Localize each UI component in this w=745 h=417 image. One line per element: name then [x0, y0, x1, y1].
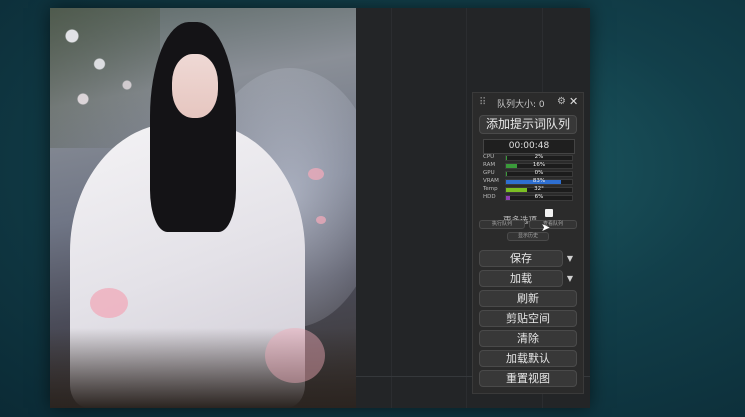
- panel-header[interactable]: ⠿ 队列大小: 0 ⚙ ✕: [473, 93, 583, 113]
- load-button[interactable]: 加载: [479, 270, 563, 287]
- monitor-label: GPU: [483, 170, 495, 176]
- monitor-row-vram: VRAM 83%: [483, 178, 575, 186]
- monitor-value: 0%: [534, 170, 544, 176]
- face: [172, 54, 218, 118]
- add-prompt-queue-button[interactable]: 添加提示词队列: [479, 115, 577, 134]
- monitor-value: 6%: [534, 194, 544, 200]
- petal: [265, 328, 325, 383]
- monitor-label: CPU: [483, 154, 495, 160]
- resource-monitor: CPU 2% RAM 16% GPU 0% VRAM 83% Temp 32° …: [483, 154, 575, 207]
- load-default-button[interactable]: 加载默认: [479, 350, 577, 367]
- load-dropdown-icon[interactable]: ▼: [563, 270, 577, 287]
- close-icon[interactable]: ✕: [569, 95, 578, 108]
- mini-queue-left-button[interactable]: 执行队列: [479, 220, 525, 229]
- monitor-row-temp: Temp 32°: [483, 186, 575, 194]
- clipspace-button[interactable]: 剪贴空间: [479, 310, 577, 327]
- refresh-button[interactable]: 刷新: [479, 290, 577, 307]
- monitor-row-gpu: GPU 0%: [483, 170, 575, 178]
- petal: [316, 216, 326, 224]
- clear-button[interactable]: 清除: [479, 330, 577, 347]
- monitor-value: 16%: [532, 162, 546, 168]
- petal: [90, 288, 128, 318]
- mini-queue-right-button[interactable]: 查看队列: [529, 220, 577, 229]
- monitor-label: RAM: [483, 162, 496, 168]
- save-dropdown-icon[interactable]: ▼: [563, 250, 577, 267]
- monitor-value: 83%: [532, 178, 546, 184]
- reset-view-button[interactable]: 重置视图: [479, 370, 577, 387]
- monitor-value: 32°: [534, 186, 544, 192]
- monitor-row-hdd: HDD 6%: [483, 194, 575, 202]
- save-button[interactable]: 保存: [479, 250, 563, 267]
- monitor-value: 2%: [534, 154, 544, 160]
- monitor-row-ram: RAM 16%: [483, 162, 575, 170]
- more-options-checkbox[interactable]: [545, 209, 553, 217]
- queue-panel: ⠿ 队列大小: 0 ⚙ ✕ 添加提示词队列 00:00:48 CPU 2% RA…: [472, 92, 584, 394]
- grid-line: [466, 8, 467, 408]
- monitor-label: HDD: [483, 194, 496, 200]
- monitor-row-cpu: CPU 2%: [483, 154, 575, 162]
- blossom-branch: [50, 8, 160, 148]
- monitor-label: Temp: [483, 186, 498, 192]
- mouse-cursor-icon: ➤: [541, 221, 551, 234]
- petal: [308, 168, 324, 180]
- more-options-row[interactable]: 更多选项: [503, 208, 573, 226]
- elapsed-timer: 00:00:48: [483, 139, 575, 154]
- grid-line: [391, 8, 392, 408]
- generated-image-preview[interactable]: [50, 8, 356, 408]
- monitor-label: VRAM: [483, 178, 499, 184]
- drag-handle-icon[interactable]: ⠿: [479, 97, 486, 108]
- gear-icon[interactable]: ⚙: [557, 96, 566, 107]
- queue-size-label: 队列大小: 0: [497, 100, 545, 110]
